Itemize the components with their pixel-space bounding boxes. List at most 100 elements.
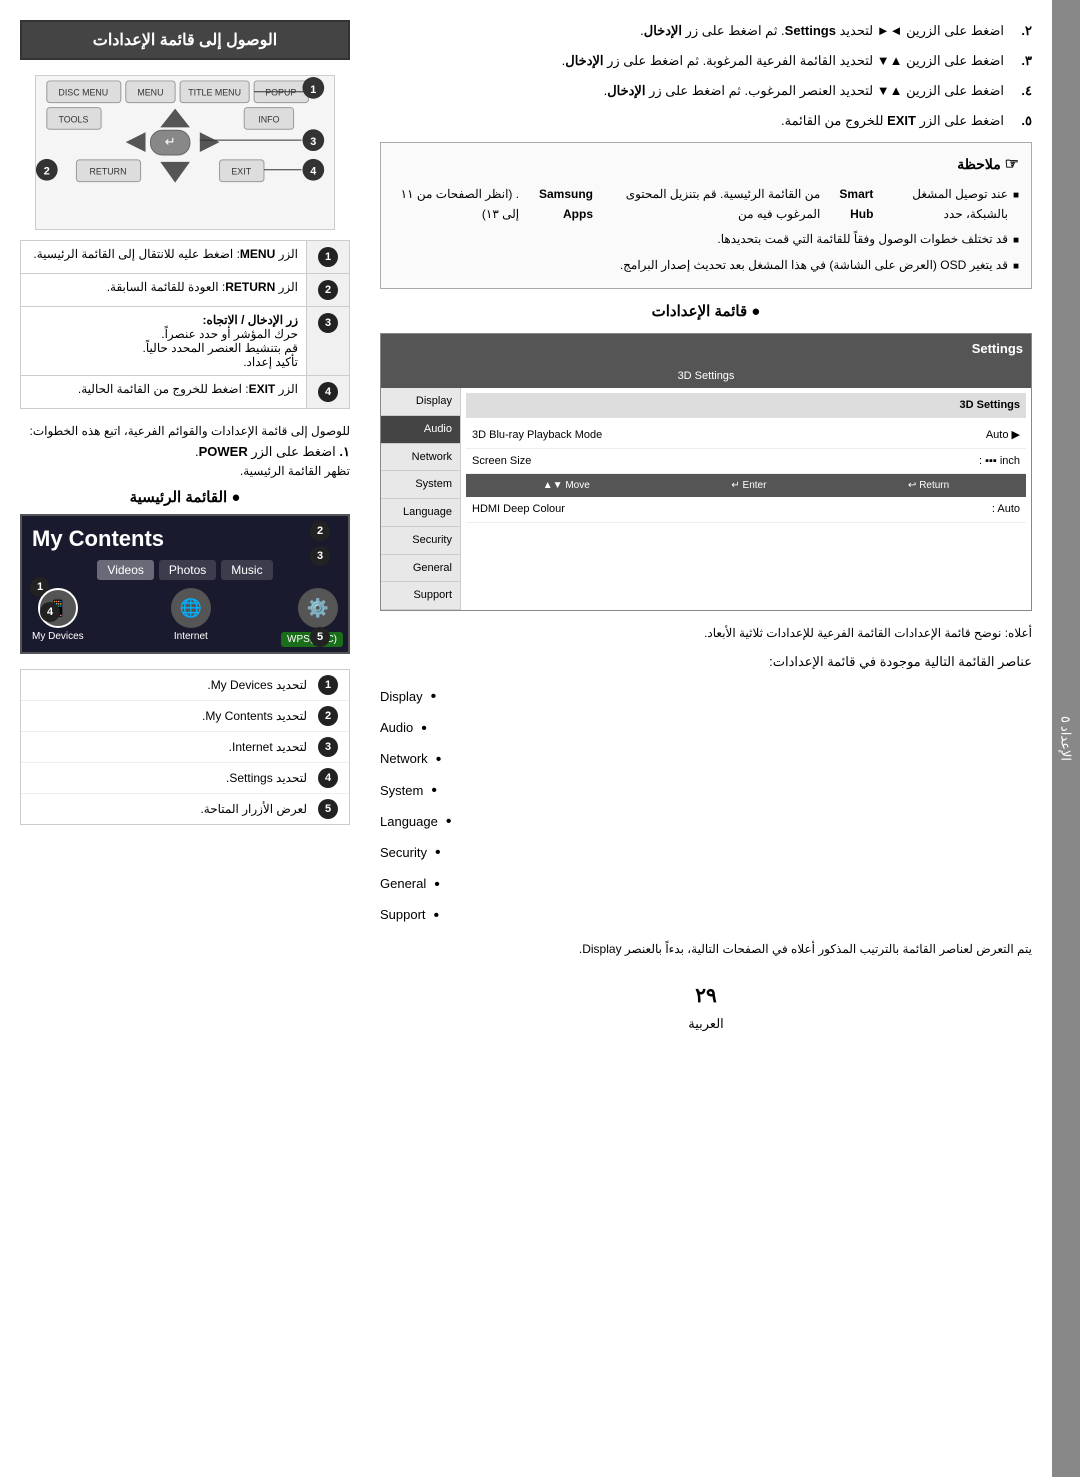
settings-tab: 3D Settings [381,364,1031,389]
side-tab-text: الإعداد [1059,726,1074,761]
instruction-1: الزر MENU: اضغط عليه للانتقال إلى القائم… [21,241,307,274]
element-language: Language [380,806,1032,837]
instruction-table: 1 الزر MENU: اضغط عليه للانتقال إلى القا… [20,240,350,409]
step-3-text: اضغط على الزرين ▲▼ لتحديد القائمة الفرعي… [562,50,1004,72]
internet-circle: 🌐 [171,588,211,628]
instruction-2: الزر RETURN: العودة للقائمة السابقة. [21,274,307,307]
menu-music: Music [221,560,272,580]
note-box: ☞ ملاحظة عند توصيل المشغل بالشبكة، حدد S… [380,142,1032,289]
nav-legend: 1 لتحديد My Devices. 2 لتحديد My Content… [20,669,350,825]
sidebar-security: Security [381,527,460,555]
badge-3-overlay: 3 [310,546,330,566]
settings-circle: ⚙️ [298,588,338,628]
elements-list: Display Audio Network System Language Se… [380,681,1032,931]
nav-return: ↩ Return [908,477,949,494]
sidebar-audio: Audio [381,416,460,444]
step-4: ٤. اضغط على الزرين ▲▼ لتحديد العنصر المر… [380,80,1032,102]
settings-sidebar: Display Audio Network System Language Se… [381,388,461,610]
element-network: Network [380,744,1032,775]
nav-enter: ↵ Enter [731,477,766,494]
settings-row-hdmi: HDMI Deep Colour : Auto [466,497,1026,523]
main-menu-label: ● القائمة الرئيسية [20,488,350,506]
nav-row-1: 1 لتحديد My Devices. [21,670,349,701]
nav-badge-1: 1 [318,675,338,695]
step-5-number: ٥. [1012,110,1032,132]
badge-overlay-4: 4 [37,602,63,622]
note-item-3: قد يتغير OSD (العرض على الشاشة) في هذا ا… [393,255,1019,275]
page-label: العربية [380,1013,1032,1035]
step-3: ٣. اضغط على الزرين ▲▼ لتحديد القائمة الف… [380,50,1032,72]
instruction-4: الزر EXIT: اضغط للخروج من القائمة الحالي… [21,376,307,409]
svg-text:RETURN: RETURN [90,167,127,177]
page-number: ٢٩ [380,979,1032,1013]
badge-4: 4 [307,376,350,409]
sidebar-system: System [381,471,460,499]
my-contents-title: My Contents [32,526,338,552]
nav-text-3: لتحديد Internet. [229,740,307,754]
table-row-2: 2 الزر RETURN: العودة للقائمة السابقة. [21,274,350,307]
badge-5-overlay: 5 [310,627,330,647]
row-label-screen: Screen Size [472,452,531,471]
badge-1: 1 [307,241,350,274]
settings-nav-bar: ▲▼ Move ↵ Enter ↩ Return [466,474,1026,497]
settings-note: أعلاه: نوضح قائمة الإعدادات القائمة الفر… [380,623,1032,643]
step-2-number: ٢. [1012,20,1032,42]
svg-text:2: 2 [44,166,50,178]
nav-text-1: لتحديد My Devices. [207,678,307,692]
nav-badge-4: 4 [318,768,338,788]
step-3-number: ٣. [1012,50,1032,72]
nav-text-4: لتحديد Settings. [226,771,307,785]
row-label-hdmi: HDMI Deep Colour [472,500,565,519]
step-1-right: ١. اضغط على الزر POWER. [20,444,350,460]
my-contents-menu: Videos Photos Music [32,560,338,580]
right-column: الوصول إلى قائمة الإعدادات DISC MENU MEN… [20,20,360,1457]
nav-row-3: 3 لتحديد Internet. [21,732,349,763]
nav-text-2: لتحديد My Contents. [202,709,307,723]
row-value-screen: : ▪▪▪ inch [979,452,1020,471]
table-row-1: 1 الزر MENU: اضغط عليه للانتقال إلى القا… [21,241,350,274]
element-system: System [380,775,1032,806]
step-4-text: اضغط على الزرين ▲▼ لتحديد العنصر المرغوب… [604,80,1004,102]
note-item-1: عند توصيل المشغل بالشبكة، حدد Smart Hub … [393,184,1019,225]
nav-row-4: 4 لتحديد Settings. [21,763,349,794]
sidebar-network: Network [381,444,460,472]
instruction-3: زر الإدخال / الاتجاه: حرك المؤشر أو حدد … [21,307,307,376]
svg-text:3: 3 [310,136,316,148]
remote-svg: DISC MENU MENU TITLE MENU POPUP TOOLS I [35,75,335,230]
menu-videos: Videos [97,560,153,580]
elements-intro: عناصر القائمة التالية موجودة في قائمة ال… [380,651,1032,673]
display-note: يتم التعرض لعناصر القائمة بالترتيب المذك… [380,939,1032,959]
settings-menu-heading: ● قائمة الإعدادات [380,299,1032,325]
remote-diagram: DISC MENU MENU TITLE MENU POPUP TOOLS I [20,75,350,230]
element-support: Support [380,900,1032,931]
nav-row-2: 2 لتحديد My Contents. [21,701,349,732]
svg-text:4: 4 [310,166,316,178]
main-section-header: الوصول إلى قائمة الإعدادات [20,20,350,60]
step-2-text: اضغط على الزرين ◄► لتحديد Settings. ثم ا… [640,20,1004,42]
badge-overlay-3: 3 [307,546,333,566]
svg-text:1: 1 [310,84,316,96]
settings-3d-header: 3D Settings [466,393,1026,418]
sidebar-general: General [381,555,460,583]
main-header-text: الوصول إلى قائمة الإعدادات [93,32,277,49]
step-2: ٢. اضغط على الزرين ◄► لتحديد Settings. ث… [380,20,1032,42]
sidebar-display: Display [381,388,460,416]
badge-overlay-5: 5 [307,627,333,647]
svg-text:POPUP: POPUP [265,88,296,98]
svg-text:↵: ↵ [165,134,176,149]
settings-box-title: Settings [381,334,1031,364]
sidebar-support: Support [381,582,460,610]
element-audio: Audio [380,713,1032,744]
badge-2-overlay: 2 [310,521,330,541]
step-1-desc: تظهر القائمة الرئيسية. [20,464,350,478]
svg-text:TOOLS: TOOLS [58,114,88,124]
my-contents-box: My Contents Videos Photos Music 1 📱 My D… [20,514,350,654]
access-instructions-header: للوصول إلى قائمة الإعدادات والقوائم الفر… [20,424,350,438]
row-value-playback: Auto ▶ [986,426,1020,445]
my-contents-bottom: 1 📱 My Devices 🌐 Internet ⚙️ Settings [32,588,338,642]
internet-label: Internet [174,631,208,642]
mydevices-label: My Devices [32,631,84,642]
step-5-text: اضغط على الزر EXIT للخروج من القائمة. [781,110,1004,132]
table-row-4: 4 الزر EXIT: اضغط للخروج من القائمة الحا… [21,376,350,409]
nav-badge-3: 3 [318,737,338,757]
